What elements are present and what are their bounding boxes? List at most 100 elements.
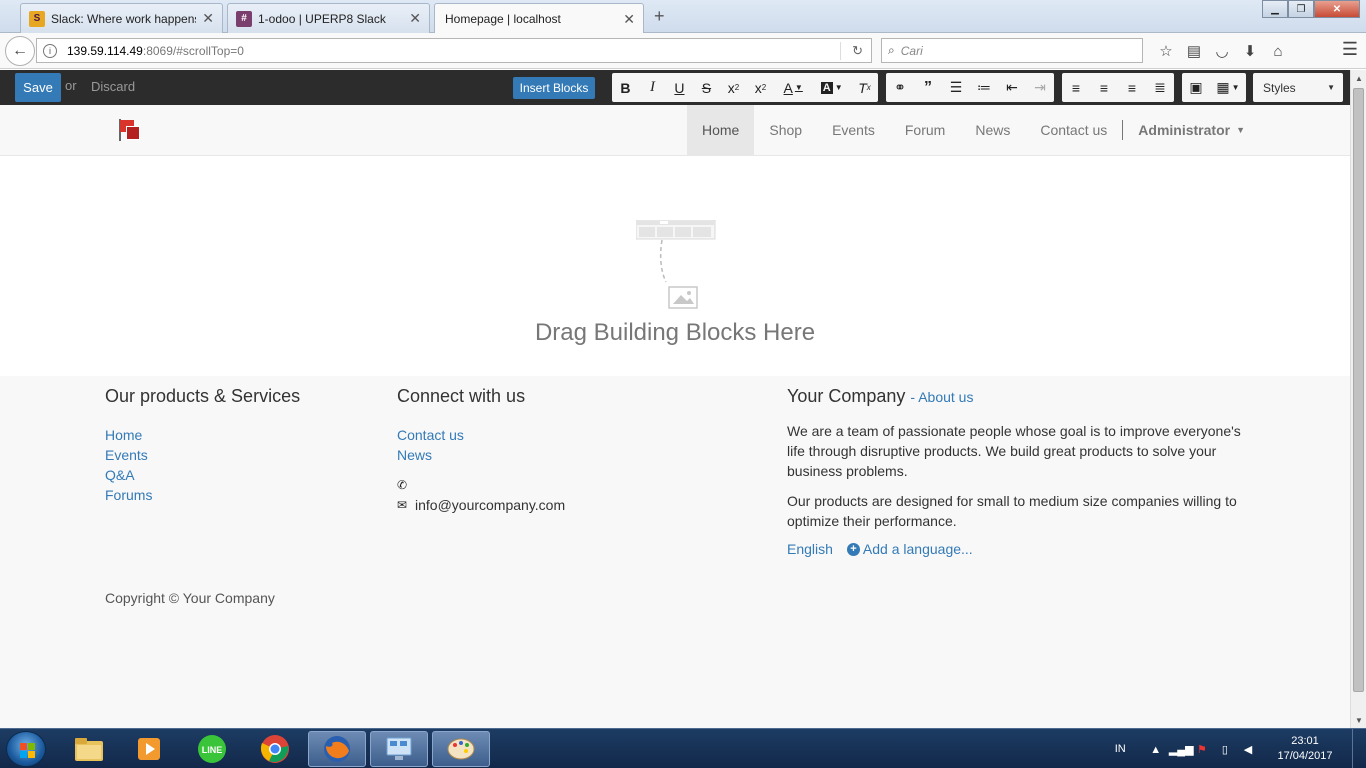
align-right-icon[interactable]: ≡ xyxy=(1118,73,1146,102)
tab-homepage[interactable]: Homepage | localhost ✕ xyxy=(434,3,644,34)
download-icon[interactable]: ⬇ xyxy=(1236,39,1264,63)
footer-link-news[interactable]: News xyxy=(397,445,565,465)
insert-blocks-button[interactable]: Insert Blocks xyxy=(513,77,595,99)
building-block-drop-zone[interactable]: Drag Building Blocks Here xyxy=(0,156,1350,376)
show-hidden-icons-icon[interactable]: ▲ xyxy=(1146,744,1166,756)
slack-favicon-icon: S xyxy=(29,10,45,27)
footer-link-home[interactable]: Home xyxy=(105,425,300,445)
page-scrollbar[interactable]: ▲ ▼ xyxy=(1350,70,1366,728)
window-close-button[interactable]: ✕ xyxy=(1314,0,1360,18)
nav-forum[interactable]: Forum xyxy=(890,105,960,155)
footer-link-qa[interactable]: Q&A xyxy=(105,465,300,485)
language-selector: English + Add a language... xyxy=(787,541,1257,557)
site-info-icon[interactable]: i xyxy=(43,43,57,58)
company-description: We are a team of passionate people whose… xyxy=(787,423,1241,479)
action-center-flag-icon[interactable]: ⚑ xyxy=(1192,743,1212,756)
reading-list-icon[interactable]: ▤ xyxy=(1180,39,1208,63)
strikethrough-icon[interactable]: S xyxy=(693,73,720,102)
tab-slack[interactable]: S Slack: Where work happens ✕ xyxy=(20,3,223,33)
footer-link-events[interactable]: Events xyxy=(105,445,300,465)
about-us-link[interactable]: - About us xyxy=(910,389,973,405)
url-host: 139.59.114.49 xyxy=(67,43,143,58)
firefox-taskbar-button[interactable] xyxy=(308,731,366,767)
chrome-taskbar-button[interactable] xyxy=(246,731,304,767)
quote-icon[interactable]: ” xyxy=(914,73,942,102)
add-language-link[interactable]: Add a language... xyxy=(863,541,973,557)
scroll-down-icon[interactable]: ▼ xyxy=(1351,712,1366,728)
or-label: or xyxy=(65,78,77,93)
nav-events[interactable]: Events xyxy=(817,105,890,155)
superscript-icon[interactable]: x2 xyxy=(747,73,774,102)
website-header: Home Shop Events Forum News Contact us A… xyxy=(0,105,1350,156)
user-menu[interactable]: Administrator ▼ xyxy=(1123,105,1260,155)
company-logo[interactable] xyxy=(118,118,142,142)
align-justify-icon[interactable]: ≣ xyxy=(1146,73,1174,102)
file-explorer-taskbar-button[interactable] xyxy=(60,731,118,767)
firefox-icon xyxy=(324,736,350,762)
highlight-color-icon[interactable]: A ▼ xyxy=(812,73,851,102)
drag-blocks-illustration-icon xyxy=(636,220,716,309)
address-bar[interactable]: i 139.59.114.49:8069/#scrollTop=0 ↻ xyxy=(36,38,872,63)
remote-desktop-taskbar-button[interactable] xyxy=(370,731,428,767)
home-icon[interactable]: ⌂ xyxy=(1264,39,1292,63)
contact-email[interactable]: info@yourcompany.com xyxy=(415,495,565,515)
font-color-icon[interactable]: A ▼ xyxy=(774,73,813,102)
tab-odoo-slack[interactable]: # 1-odoo | UPERP8 Slack ✕ xyxy=(227,3,430,33)
system-clock[interactable]: 23:01 17/04/2017 xyxy=(1264,734,1346,764)
phone-icon: ✆ xyxy=(397,478,408,492)
image-icon[interactable]: ▣ xyxy=(1182,73,1210,102)
unordered-list-icon[interactable]: ☰ xyxy=(942,73,970,102)
nav-home[interactable]: Home xyxy=(687,105,755,155)
clear-format-icon[interactable]: Tx xyxy=(851,73,878,102)
hamburger-menu-icon[interactable]: ☰ xyxy=(1342,39,1358,60)
reload-icon[interactable]: ↻ xyxy=(852,43,863,59)
paint-taskbar-button[interactable] xyxy=(432,731,490,767)
close-icon[interactable]: ✕ xyxy=(623,11,635,28)
italic-icon[interactable]: I xyxy=(639,73,666,102)
browser-toolbar-icons: ☆ ▤ ◡ ⬇ ⌂ xyxy=(1152,39,1292,63)
power-icon[interactable]: ▯ xyxy=(1215,743,1235,756)
search-input[interactable]: ⌕ Cari xyxy=(881,38,1143,63)
scrollbar-thumb[interactable] xyxy=(1353,88,1364,692)
align-center-icon[interactable]: ≡ xyxy=(1090,73,1118,102)
new-tab-button[interactable]: + xyxy=(654,6,665,27)
subscript-icon[interactable]: x2 xyxy=(720,73,747,102)
align-left-icon[interactable]: ≡ xyxy=(1062,73,1090,102)
media-player-taskbar-button[interactable] xyxy=(120,731,178,767)
start-button[interactable] xyxy=(6,731,46,767)
indent-icon[interactable]: ⇥ xyxy=(1026,73,1054,102)
table-icon[interactable]: ▦ ▼ xyxy=(1210,73,1246,102)
footer-link-forums[interactable]: Forums xyxy=(105,485,300,505)
input-language[interactable]: IN xyxy=(1115,743,1126,755)
save-button[interactable]: Save xyxy=(15,73,61,102)
line-taskbar-button[interactable]: LINE xyxy=(183,731,241,767)
nav-contact-us[interactable]: Contact us xyxy=(1025,105,1122,155)
remote-desktop-icon xyxy=(386,737,412,760)
volume-icon[interactable]: ◀ xyxy=(1238,743,1258,756)
footer-company-column: Your Company - About us We are a team of… xyxy=(787,386,1257,557)
bold-icon[interactable]: B xyxy=(612,73,639,102)
nav-news[interactable]: News xyxy=(960,105,1025,155)
language-english[interactable]: English xyxy=(787,541,833,557)
styles-dropdown[interactable]: Styles ▼ xyxy=(1253,73,1343,102)
pocket-icon[interactable]: ◡ xyxy=(1208,39,1236,63)
insert-list-group: ⚭ ” ☰ ≔ ⇤ ⇥ xyxy=(886,73,1054,102)
minimize-button[interactable]: ▁ xyxy=(1262,0,1288,18)
back-button[interactable]: ← xyxy=(5,36,35,66)
link-icon[interactable]: ⚭ xyxy=(886,73,914,102)
underline-icon[interactable]: U xyxy=(666,73,693,102)
maximize-button[interactable]: ❐ xyxy=(1288,0,1314,18)
nav-shop[interactable]: Shop xyxy=(754,105,817,155)
clock-time: 23:01 xyxy=(1291,735,1319,747)
network-signal-icon[interactable]: ▂▄▆ xyxy=(1169,743,1194,756)
close-icon[interactable]: ✕ xyxy=(202,10,214,27)
discard-link[interactable]: Discard xyxy=(91,79,135,94)
show-desktop-button[interactable] xyxy=(1352,729,1366,768)
footer-link-contact-us[interactable]: Contact us xyxy=(397,425,565,445)
close-icon[interactable]: ✕ xyxy=(409,10,421,27)
bookmark-star-icon[interactable]: ☆ xyxy=(1152,39,1180,63)
outdent-icon[interactable]: ⇤ xyxy=(998,73,1026,102)
ordered-list-icon[interactable]: ≔ xyxy=(970,73,998,102)
footer-products-title: Our products & Services xyxy=(105,386,301,406)
scroll-up-icon[interactable]: ▲ xyxy=(1351,70,1366,86)
